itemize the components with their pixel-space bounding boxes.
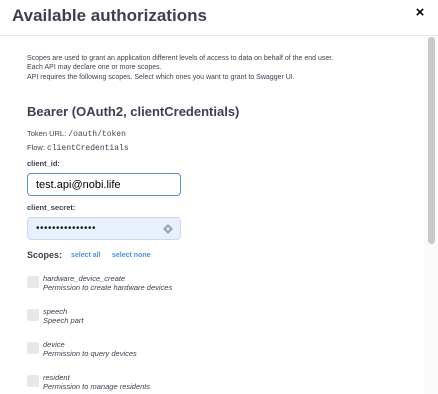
client-id-label: client_id: [27,159,60,168]
scope-name: device [43,340,65,349]
scope-description: Permission to create hardware devices [43,283,173,292]
scopes-description-line-2: Each API may declare one or more scopes. [27,64,162,71]
client-secret-input[interactable]: ••••••••••••••• [27,217,181,240]
scope-description: Permission to manage residents [43,382,151,391]
flow-label: Flow: [27,143,45,152]
scrollbar[interactable] [424,37,438,394]
select-all-link[interactable]: select all [71,252,101,259]
token-url-row: Token URL: /oauth/token [27,129,126,139]
scope-name: hardware_device_create [43,274,126,283]
scope-checkbox[interactable] [27,375,39,387]
scopes-label: Scopes: [27,250,63,260]
scrollbar-thumb[interactable] [428,37,435,244]
token-url-label: Token URL: [27,129,67,138]
flow-row: Flow: clientCredentials [27,143,129,153]
flow-value: clientCredentials [47,144,129,153]
select-none-link[interactable]: select none [112,252,151,259]
client-secret-value: ••••••••••••••• [36,223,97,234]
scope-description: Speech part [43,316,84,325]
scope-name: speech [43,307,68,316]
close-icon[interactable]: × [412,5,428,21]
scope-checkbox[interactable] [27,309,39,321]
scope-checkbox[interactable] [27,276,39,288]
modal-title: Available authorizations [12,6,207,25]
scope-name: resident [43,373,70,382]
scopes-description-line-3: API requires the following scopes. Selec… [27,74,295,81]
key-icon[interactable] [162,223,174,235]
scope-checkbox[interactable] [27,342,39,354]
scopes-description-line-1: Scopes are used to grant an application … [27,55,334,62]
token-url-value: /oauth/token [68,130,126,139]
client-id-value: test.api@nobi.life [36,178,121,191]
modal-header: Available authorizations × [0,0,438,36]
client-id-input[interactable]: test.api@nobi.life [27,173,181,196]
client-secret-label: client_secret: [27,203,76,212]
scope-description: Permission to query devices [43,349,137,358]
modal-content: Scopes are used to grant an application … [0,37,424,394]
auth-section-title: Bearer (OAuth2, clientCredentials) [27,104,240,119]
